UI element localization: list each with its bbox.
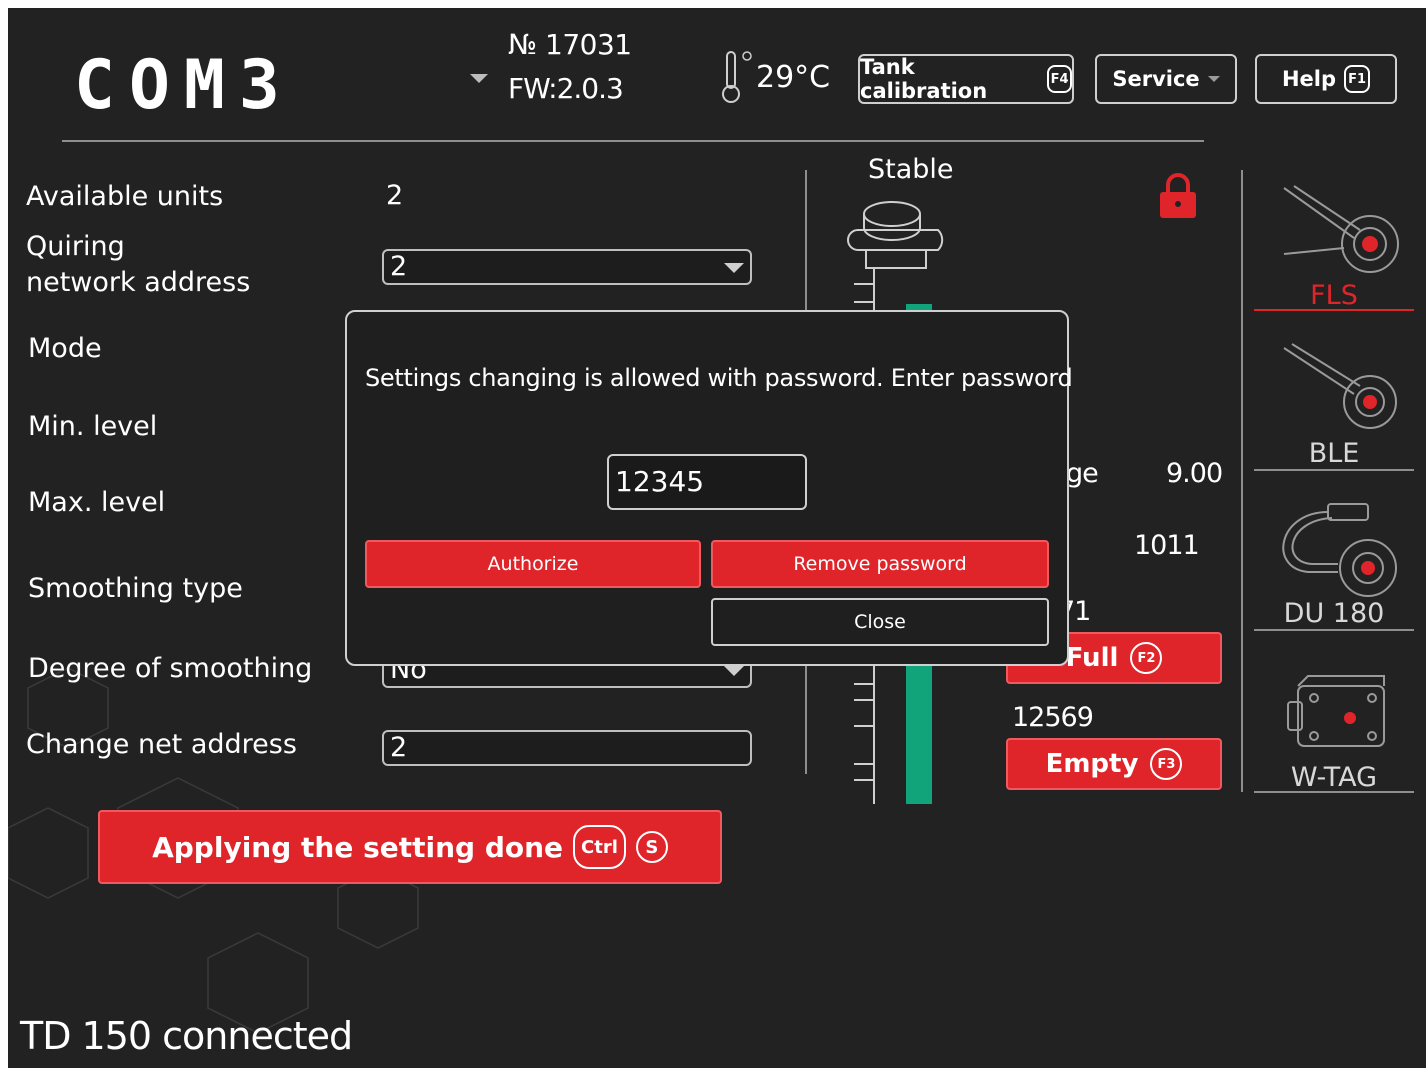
temperature-readout: 29°C [756,60,831,95]
sidebar-label-du180: DU 180 [1283,598,1385,629]
sidebar-item-wtag[interactable]: W-TAG [1254,668,1414,794]
sidebar-label-ble: BLE [1308,438,1360,469]
f2-key-icon: F2 [1130,642,1163,674]
sensor-partial-value: 9.00 [1166,458,1223,489]
sidebar-item-ble[interactable]: BLE [1254,338,1414,470]
authorize-button[interactable]: Authorize [365,540,701,588]
header-divider [62,140,1204,142]
quiring-label-line2: network address [26,267,251,298]
tank-calibration-label: Tank calibration [860,55,988,103]
sidebar-item-fls[interactable]: FLS [1254,178,1414,312]
sensor-value-2: 1011 [1134,530,1200,561]
sidebar-active-indicator [1254,309,1414,311]
f1-key-icon: F1 [1344,65,1371,93]
firmware-version: FW:2.0.3 [508,72,624,105]
mode-label: Mode [28,333,102,364]
apply-settings-label: Applying the setting done [152,830,564,864]
service-label: Service [1112,67,1200,91]
sidebar-label-wtag: W-TAG [1290,762,1378,793]
empty-label: Empty [1045,749,1139,779]
lock-icon[interactable] [1158,172,1198,220]
chevron-down-icon [1207,76,1220,82]
smoothing-type-label: Smoothing type [28,573,243,604]
change-net-address-label: Change net address [26,729,297,760]
sidebar-divider-line [1254,469,1414,471]
password-dialog: Settings changing is allowed with passwo… [345,310,1073,666]
sensor-partial-label: ge [1066,458,1099,489]
f3-key-icon: F3 [1150,748,1183,780]
fls-sensor-icon [1283,185,1399,273]
degree-of-smoothing-label: Degree of smoothing [28,653,313,684]
tank-calibration-button[interactable]: Tank calibration F4 [858,54,1074,104]
device-dropdown-arrow[interactable] [470,74,488,83]
chevron-down-icon [724,666,744,676]
dialog-message: Settings changing is allowed with passwo… [365,364,1073,392]
sidebar-divider-line [1254,629,1414,631]
f4-key-icon: F4 [1047,65,1072,93]
du180-sensor-icon [1282,503,1397,597]
ctrl-key-icon: Ctrl [573,825,626,869]
ble-sensor-icon [1283,343,1397,429]
apply-settings-button[interactable]: Applying the setting done Ctrl S [98,810,722,884]
available-units-label: Available units [26,181,224,212]
min-level-label: Min. level [28,411,158,442]
device-serial: № 17031 [508,28,632,61]
change-net-address-input[interactable]: 2 [382,730,752,766]
quiring-address-select[interactable]: 2 [382,249,752,285]
max-level-label: Max. level [28,487,166,518]
connection-status: TD 150 connected [20,1014,353,1058]
app-window: COM3 № 17031 FW:2.0.3 29°C Tank calibrat… [8,8,1426,1068]
quiring-address-value: 2 [390,251,408,282]
app-logo: COM3 [74,46,294,125]
wtag-device-icon [1287,675,1385,747]
empty-calibration-button[interactable]: Empty F3 [1006,738,1222,790]
full-label: Full [1065,643,1119,673]
sensor-state: Stable [868,154,954,185]
sidebar-divider-line [1254,791,1414,793]
sidebar-divider [1241,170,1243,792]
quiring-label-line1: Quiring [26,231,125,262]
chevron-down-icon [724,263,744,273]
help-label: Help [1281,67,1337,91]
available-units-value: 2 [386,180,404,211]
help-button[interactable]: Help F1 [1255,54,1397,104]
sidebar-label-fls: FLS [1310,280,1358,311]
service-menu-button[interactable]: Service [1095,54,1237,104]
thermometer-icon [722,51,752,103]
remove-password-button[interactable]: Remove password [711,540,1049,588]
sidebar-item-du180[interactable]: DU 180 [1254,498,1414,630]
close-button[interactable]: Close [711,598,1049,646]
s-key-icon: S [635,831,668,863]
change-net-address-value: 2 [390,732,408,763]
password-input[interactable]: 12345 [607,454,807,510]
empty-value: 12569 [1012,702,1094,733]
